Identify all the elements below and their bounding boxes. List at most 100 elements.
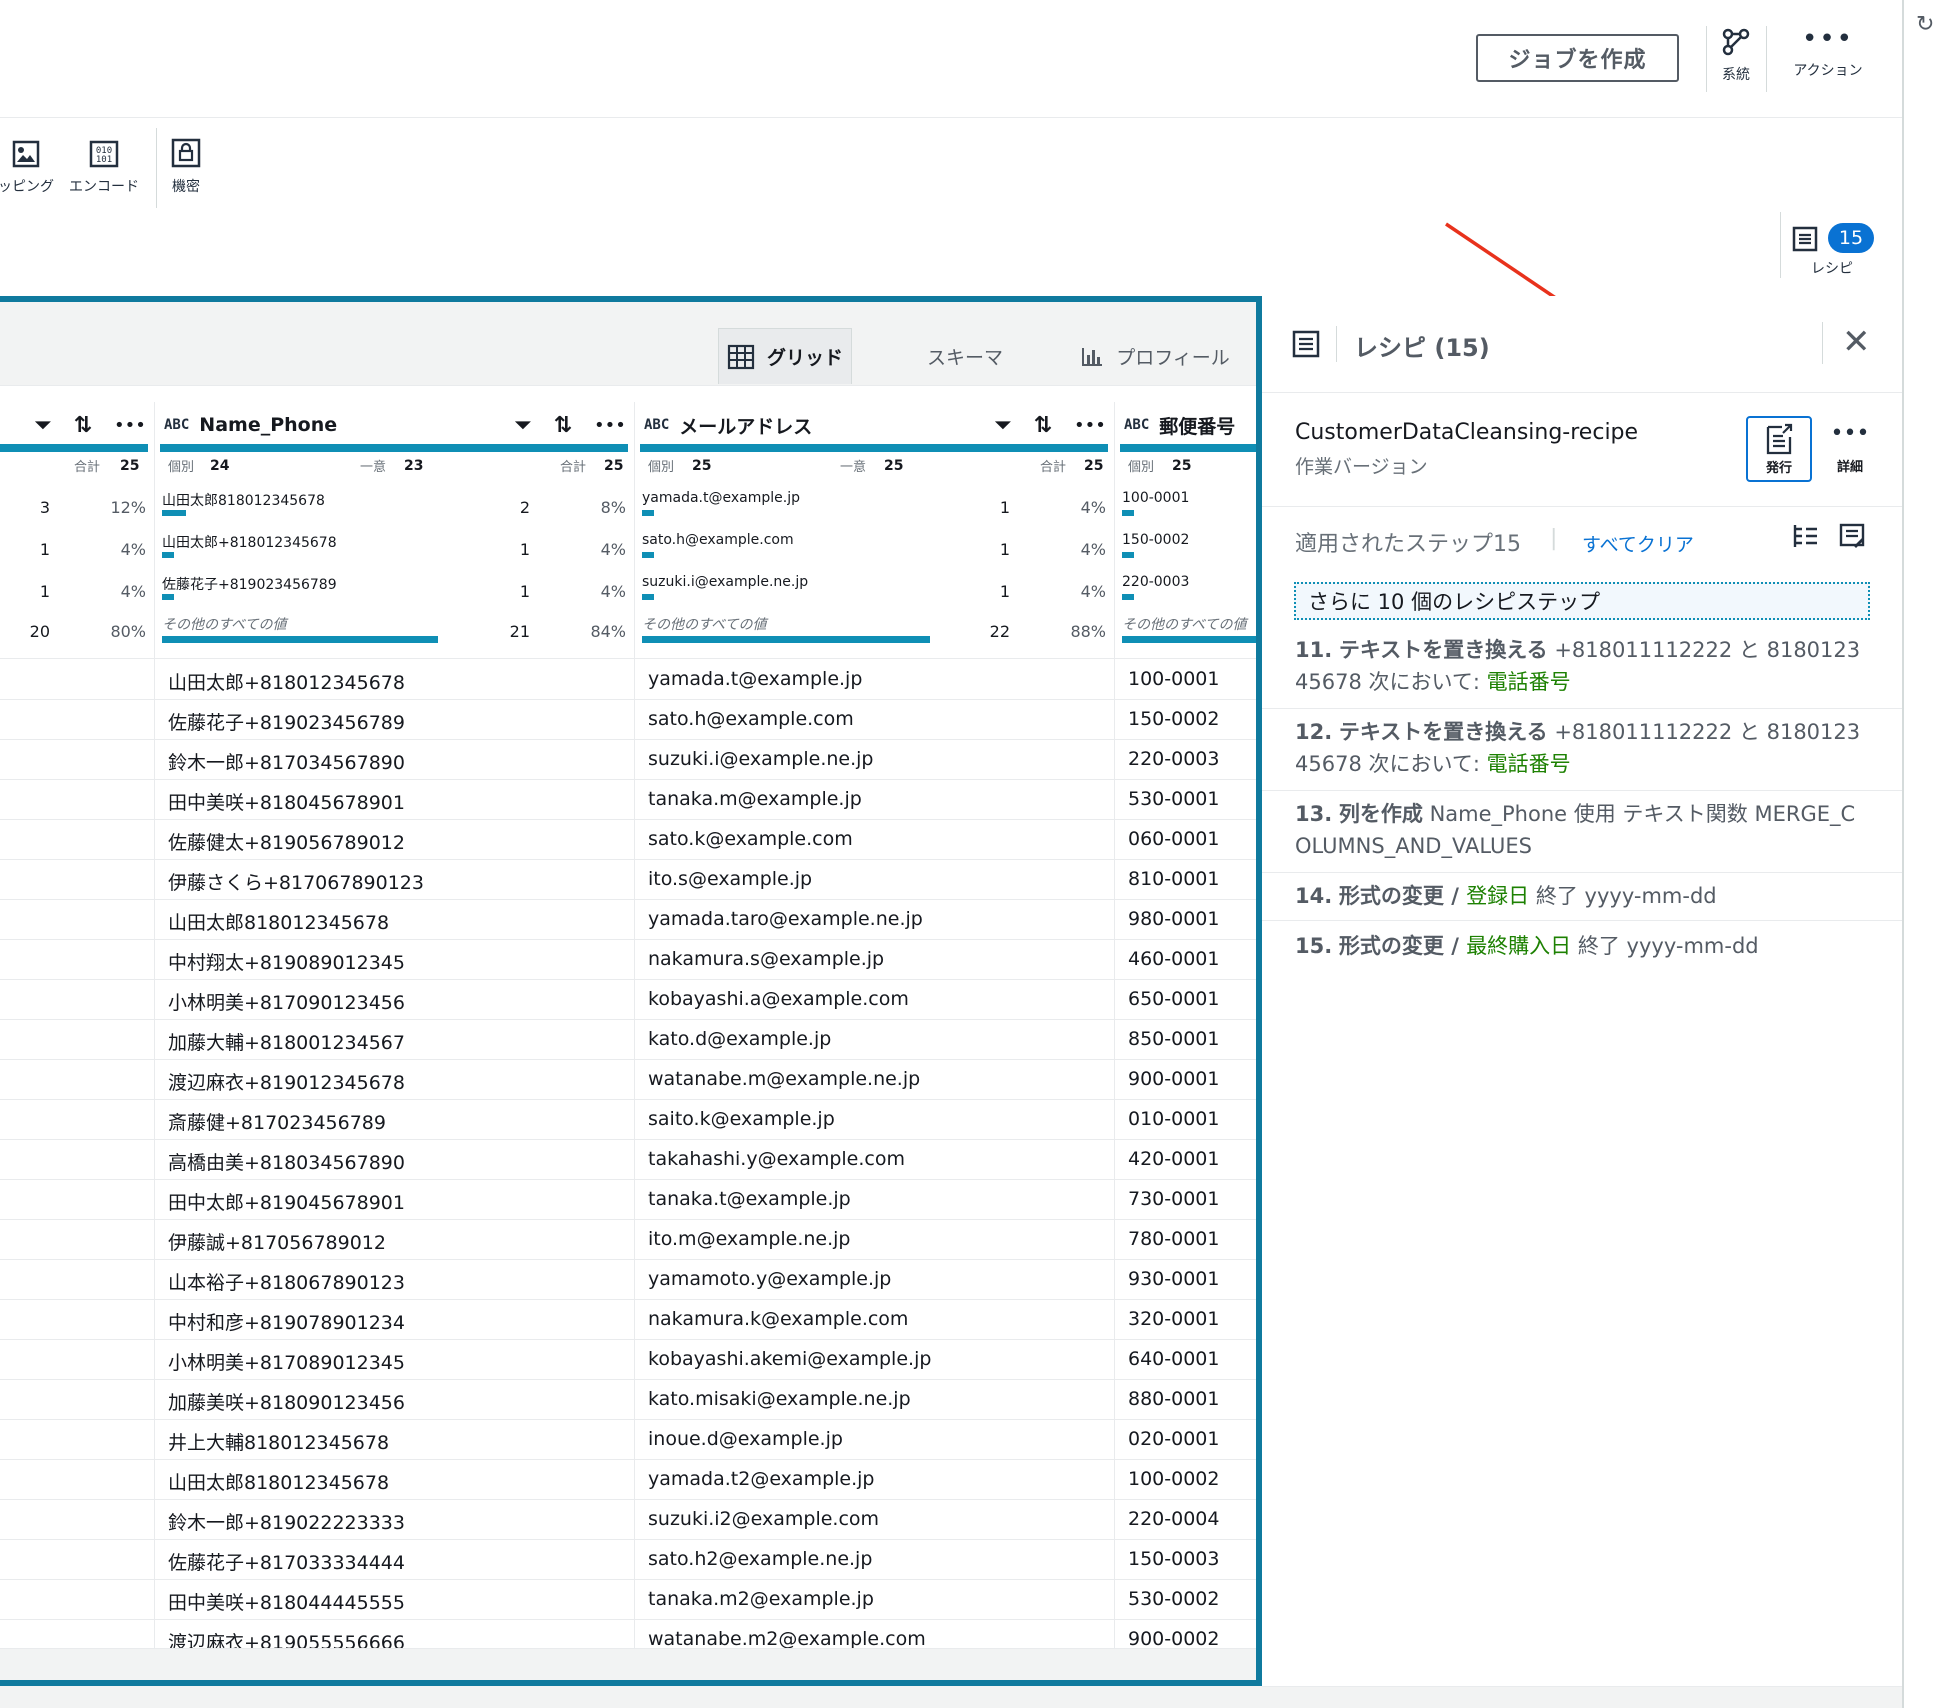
name-phone-cell[interactable]: 伊藤誠+817056789012 (168, 1228, 386, 1255)
name-phone-cell[interactable]: 小林明美+817090123456 (168, 988, 405, 1015)
postal-code-cell[interactable]: 010-0001 (1128, 1108, 1219, 1130)
more-icon[interactable]: ••• (114, 415, 146, 436)
email-cell[interactable]: nakamura.s@example.jp (648, 948, 884, 970)
postal-code-cell[interactable]: 320-0001 (1128, 1308, 1219, 1330)
name-phone-cell[interactable]: 山田太郎+818012345678 (168, 668, 405, 695)
recipe-step-14[interactable]: 14. 形式の変更 / 登録日 終了 yyyy-mm-dd (1295, 880, 1885, 912)
postal-code-cell[interactable]: 900-0002 (1128, 1628, 1219, 1648)
postal-code-cell[interactable]: 220-0003 (1128, 748, 1219, 770)
name-phone-cell[interactable]: 鈴木一郎+817034567890 (168, 748, 405, 775)
name-phone-cell[interactable]: 山田太郎818012345678 (168, 908, 389, 935)
email-cell[interactable]: watanabe.m@example.ne.jp (648, 1068, 920, 1090)
postal-code-cell[interactable]: 730-0001 (1128, 1188, 1219, 1210)
tab-profile[interactable]: プロフィール (1070, 328, 1240, 384)
email-cell[interactable]: yamamoto.y@example.jp (648, 1268, 891, 1290)
name-phone-cell[interactable]: 渡辺麻衣+819055556666 (168, 1628, 405, 1648)
name-phone-cell[interactable]: 渡辺麻衣+819012345678 (168, 1068, 405, 1095)
filter-icon[interactable]: ⏷ (994, 413, 1012, 438)
recipe-step-12[interactable]: 12. テキストを置き換える +818011112222 と 8180123 4… (1295, 716, 1885, 780)
name-phone-cell[interactable]: 佐藤花子+817033334444 (168, 1548, 405, 1575)
email-cell[interactable]: kobayashi.akemi@example.jp (648, 1348, 931, 1370)
email-cell[interactable]: sato.k@example.com (648, 828, 853, 850)
tab-grid[interactable]: グリッド (718, 328, 852, 384)
postal-code-cell[interactable]: 460-0001 (1128, 948, 1219, 970)
email-cell[interactable]: inoue.d@example.jp (648, 1428, 843, 1450)
details-button[interactable]: ••• 詳細 (1820, 422, 1880, 482)
lineage-button[interactable]: 系統 (1714, 28, 1758, 84)
name-phone-cell[interactable]: 鈴木一郎+819022223333 (168, 1508, 405, 1535)
name-phone-cell[interactable]: 伊藤さくら+817067890123 (168, 868, 424, 895)
name-phone-cell[interactable]: 小林明美+817089012345 (168, 1348, 405, 1375)
name-phone-cell[interactable]: 田中太郎+819045678901 (168, 1188, 405, 1215)
postal-code-cell[interactable]: 420-0001 (1128, 1148, 1219, 1170)
sort-icon[interactable]: ⇅ (554, 413, 572, 438)
more-icon[interactable]: ••• (594, 415, 626, 436)
actions-button[interactable]: ••• アクション (1778, 26, 1878, 80)
email-cell[interactable]: saito.k@example.jp (648, 1108, 835, 1130)
name-phone-cell[interactable]: 加藤美咲+818090123456 (168, 1388, 405, 1415)
email-cell[interactable]: kato.d@example.jp (648, 1028, 831, 1050)
close-icon[interactable]: ✕ (1842, 322, 1871, 362)
column-header-email[interactable]: ABC メールアドレス (644, 402, 812, 448)
recipe-step-11[interactable]: 11. テキストを置き換える +818011112222 と 8180123 4… (1295, 634, 1885, 698)
email-cell[interactable]: tanaka.t@example.jp (648, 1188, 851, 1210)
email-cell[interactable]: nakamura.k@example.com (648, 1308, 908, 1330)
postal-code-cell[interactable]: 530-0001 (1128, 788, 1219, 810)
email-cell[interactable]: kobayashi.a@example.com (648, 988, 909, 1010)
email-cell[interactable]: watanabe.m2@example.com (648, 1628, 926, 1648)
email-cell[interactable]: ito.m@example.ne.jp (648, 1228, 851, 1250)
more-icon[interactable]: ••• (1074, 415, 1106, 436)
postal-code-cell[interactable]: 980-0001 (1128, 908, 1219, 930)
postal-code-cell[interactable]: 020-0001 (1128, 1428, 1219, 1450)
name-phone-cell[interactable]: 山本裕子+818067890123 (168, 1268, 405, 1295)
recipe-step-13[interactable]: 13. 列を作成 Name_Phone 使用 テキスト関数 MERGE_C OL… (1295, 798, 1885, 862)
name-phone-cell[interactable]: 山田太郎818012345678 (168, 1468, 389, 1495)
sort-icon[interactable]: ⇅ (74, 413, 92, 438)
recipe-step-15[interactable]: 15. 形式の変更 / 最終購入日 終了 yyyy-mm-dd (1295, 930, 1885, 962)
tab-schema[interactable]: スキーマ (900, 328, 1030, 384)
create-job-button[interactable]: ジョブを作成 (1476, 34, 1679, 82)
postal-code-cell[interactable]: 650-0001 (1128, 988, 1219, 1010)
postal-code-cell[interactable]: 060-0001 (1128, 828, 1219, 850)
email-cell[interactable]: kato.misaki@example.ne.jp (648, 1388, 911, 1410)
collapse-steps-icon[interactable] (1792, 522, 1820, 550)
email-cell[interactable]: ito.s@example.jp (648, 868, 812, 890)
email-cell[interactable]: sato.h2@example.ne.jp (648, 1548, 872, 1570)
secret-tool[interactable]: 機密 (164, 138, 208, 196)
filter-icon[interactable]: ⏷ (34, 413, 52, 438)
mapping-tool[interactable]: ッピング (0, 140, 58, 196)
name-phone-cell[interactable]: 中村和彦+819078901234 (168, 1308, 405, 1335)
postal-code-cell[interactable]: 150-0003 (1128, 1548, 1219, 1570)
publish-button[interactable]: 発行 (1746, 416, 1812, 482)
name-phone-cell[interactable]: 中村翔太+819089012345 (168, 948, 405, 975)
name-phone-cell[interactable]: 井上大輔818012345678 (168, 1428, 389, 1455)
name-phone-cell[interactable]: 佐藤花子+819023456789 (168, 708, 405, 735)
postal-code-cell[interactable]: 150-0002 (1128, 708, 1219, 730)
postal-code-cell[interactable]: 100-0001 (1128, 668, 1219, 690)
name-phone-cell[interactable]: 田中美咲+818044445555 (168, 1588, 405, 1615)
email-cell[interactable]: yamada.t@example.jp (648, 668, 862, 690)
postal-code-cell[interactable]: 780-0001 (1128, 1228, 1219, 1250)
name-phone-cell[interactable]: 斎藤健+817023456789 (168, 1108, 386, 1135)
postal-code-cell[interactable]: 220-0004 (1128, 1508, 1219, 1530)
name-phone-cell[interactable]: 佐藤健太+819056789012 (168, 828, 405, 855)
postal-code-cell[interactable]: 530-0002 (1128, 1588, 1219, 1610)
postal-code-cell[interactable]: 640-0001 (1128, 1348, 1219, 1370)
refresh-icon[interactable]: ↻ (1916, 12, 1934, 37)
email-cell[interactable]: yamada.t2@example.jp (648, 1468, 874, 1490)
postal-code-cell[interactable]: 850-0001 (1128, 1028, 1219, 1050)
postal-code-cell[interactable]: 100-0002 (1128, 1468, 1219, 1490)
name-phone-cell[interactable]: 高橋由美+818034567890 (168, 1148, 405, 1175)
sort-icon[interactable]: ⇅ (1034, 413, 1052, 438)
postal-code-cell[interactable]: 810-0001 (1128, 868, 1219, 890)
column-header-postal-code[interactable]: ABC 郵便番号 (1124, 402, 1235, 448)
name-phone-cell[interactable]: 田中美咲+818045678901 (168, 788, 405, 815)
email-cell[interactable]: sato.h@example.com (648, 708, 854, 730)
email-cell[interactable]: tanaka.m2@example.jp (648, 1588, 874, 1610)
email-cell[interactable]: suzuki.i2@example.com (648, 1508, 879, 1530)
name-phone-cell[interactable]: 加藤大輔+818001234567 (168, 1028, 405, 1055)
postal-code-cell[interactable]: 930-0001 (1128, 1268, 1219, 1290)
filter-icon[interactable]: ⏷ (514, 413, 532, 438)
email-cell[interactable]: tanaka.m@example.jp (648, 788, 862, 810)
clear-all-link[interactable]: すべてクリア (1582, 530, 1694, 557)
